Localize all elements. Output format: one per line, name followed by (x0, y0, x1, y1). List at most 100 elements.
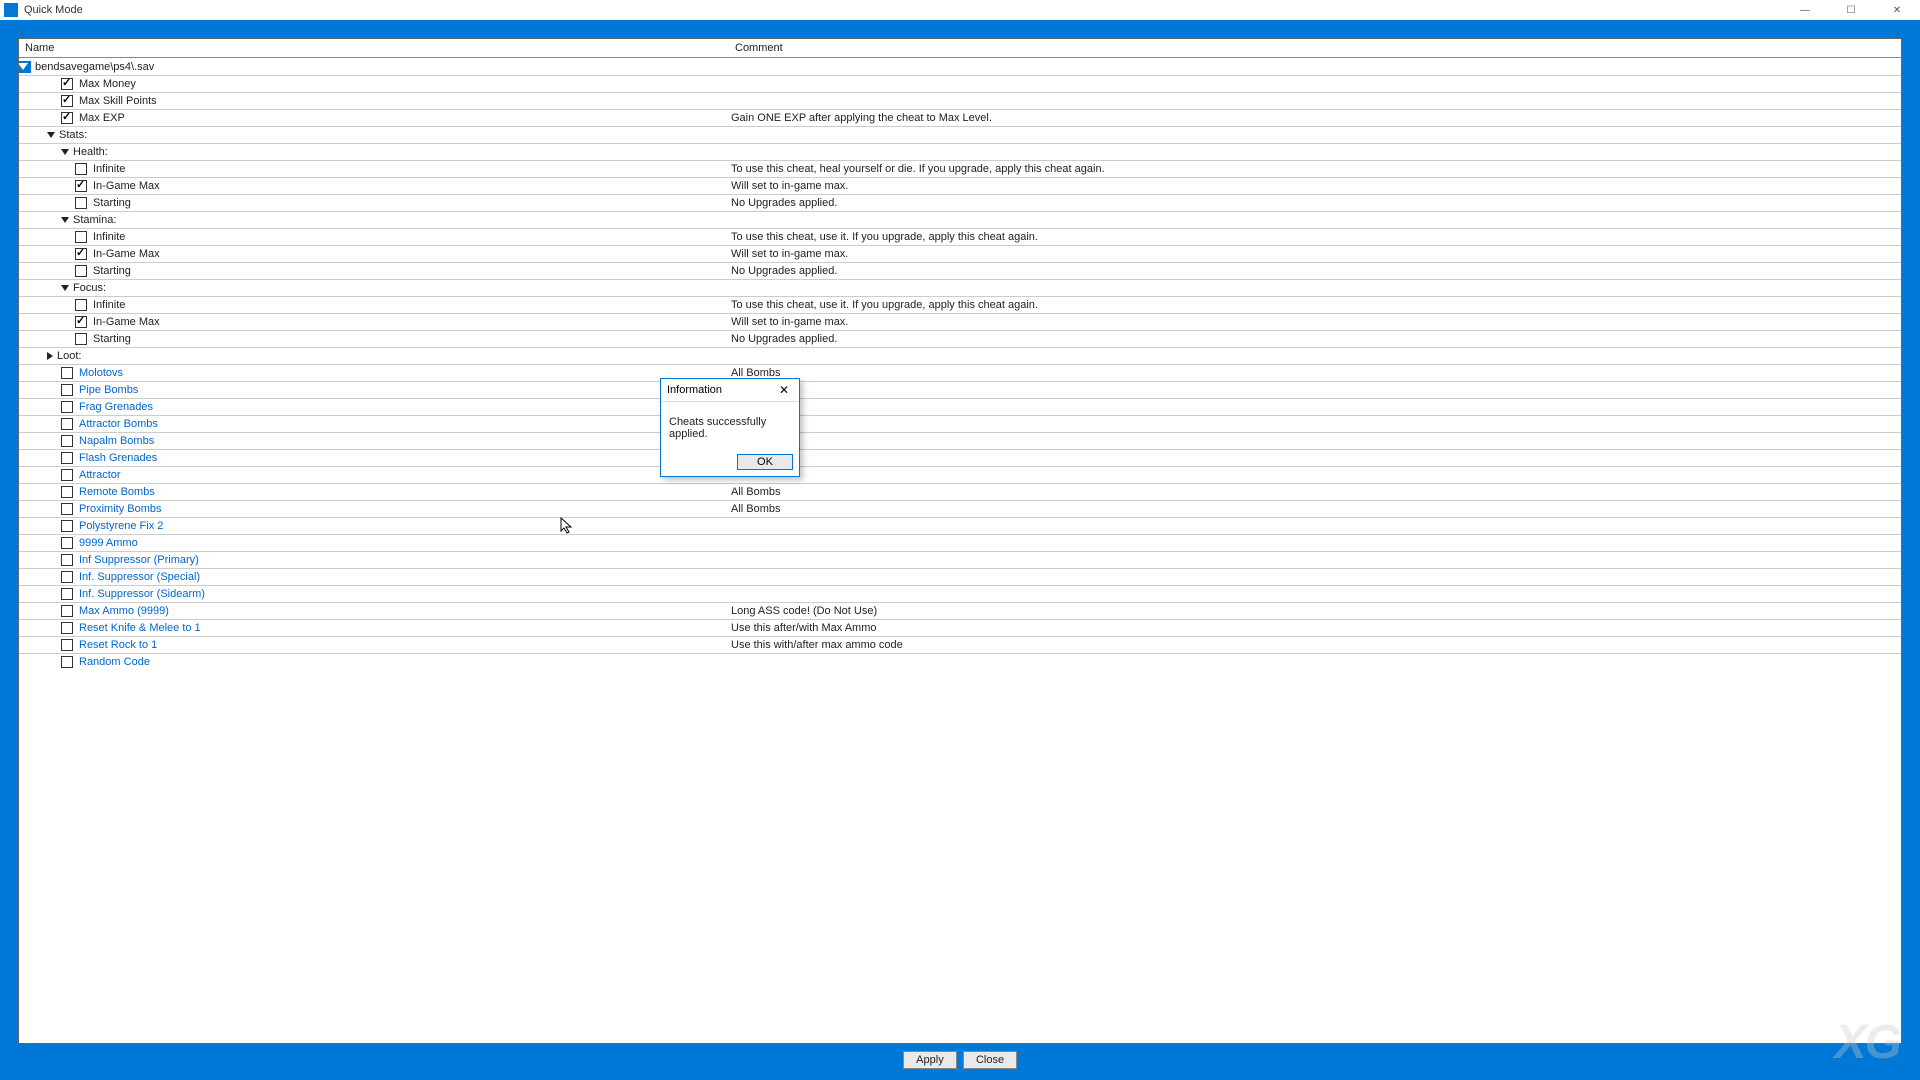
checkbox[interactable] (61, 622, 73, 634)
dialog-close-icon[interactable]: ✕ (775, 383, 793, 397)
table-row[interactable]: Pipe BombsAll Bombs (19, 381, 1901, 398)
row-label[interactable]: Random Code (79, 656, 150, 668)
table-row[interactable]: In-Game MaxWill set to in-game max. (19, 313, 1901, 330)
checkbox[interactable] (61, 418, 73, 430)
table-row[interactable]: Napalm Bombs (19, 432, 1901, 449)
row-label[interactable]: Attractor Bombs (79, 418, 158, 430)
table-row[interactable]: In-Game MaxWill set to in-game max. (19, 245, 1901, 262)
table-row[interactable]: Reset Knife & Melee to 1Use this after/w… (19, 619, 1901, 636)
checkbox[interactable] (75, 299, 87, 311)
row-label[interactable]: Reset Rock to 1 (79, 639, 157, 651)
checkbox[interactable] (61, 384, 73, 396)
row-label[interactable]: Reset Knife & Melee to 1 (79, 622, 201, 634)
close-button[interactable]: Close (963, 1051, 1017, 1069)
table-row[interactable]: Stamina: (19, 211, 1901, 228)
header-comment[interactable]: Comment (729, 39, 1901, 57)
row-label[interactable]: Remote Bombs (79, 486, 155, 498)
table-row[interactable]: Reset Rock to 1Use this with/after max a… (19, 636, 1901, 653)
row-label[interactable]: Attractor (79, 469, 121, 481)
checkbox[interactable] (61, 571, 73, 583)
table-row[interactable]: Focus: (19, 279, 1901, 296)
row-label[interactable]: Inf. Suppressor (Sidearm) (79, 588, 205, 600)
chevron-down-icon[interactable] (47, 132, 55, 138)
checkbox[interactable] (61, 554, 73, 566)
row-label[interactable]: Molotovs (79, 367, 123, 379)
table-row[interactable]: In-Game MaxWill set to in-game max. (19, 177, 1901, 194)
table-row[interactable]: Polystyrene Fix 2 (19, 517, 1901, 534)
minimize-button[interactable]: — (1782, 0, 1828, 20)
row-label[interactable]: Inf. Suppressor (Special) (79, 571, 200, 583)
row-label: In-Game Max (93, 316, 160, 328)
checkbox[interactable] (61, 588, 73, 600)
row-label[interactable]: Polystyrene Fix 2 (79, 520, 163, 532)
row-label[interactable]: Napalm Bombs (79, 435, 154, 447)
chevron-down-icon[interactable] (61, 217, 69, 223)
table-row[interactable]: StartingNo Upgrades applied. (19, 194, 1901, 211)
row-label[interactable]: Flash Grenades (79, 452, 157, 464)
table-row[interactable]: Max Ammo (9999)Long ASS code! (Do Not Us… (19, 602, 1901, 619)
table-row[interactable]: InfiniteTo use this cheat, use it. If yo… (19, 228, 1901, 245)
header-name[interactable]: Name (19, 39, 729, 57)
table-row[interactable]: Frag Grenades (19, 398, 1901, 415)
checkbox[interactable] (61, 639, 73, 651)
chevron-right-icon[interactable] (47, 352, 53, 360)
table-row[interactable]: 9999 Ammo (19, 534, 1901, 551)
maximize-button[interactable]: ☐ (1828, 0, 1874, 20)
table-row[interactable]: StartingNo Upgrades applied. (19, 330, 1901, 347)
chevron-down-icon[interactable] (61, 149, 69, 155)
table-row[interactable]: Attractor (19, 466, 1901, 483)
table-row[interactable]: Proximity BombsAll Bombs (19, 500, 1901, 517)
checkbox[interactable] (75, 163, 87, 175)
checkbox[interactable] (75, 231, 87, 243)
table-row[interactable]: Attractor Bombs (19, 415, 1901, 432)
checkbox[interactable] (61, 401, 73, 413)
row-label[interactable]: Max Ammo (9999) (79, 605, 169, 617)
row-label[interactable]: Pipe Bombs (79, 384, 138, 396)
checkbox[interactable] (61, 367, 73, 379)
checkbox[interactable] (61, 605, 73, 617)
table-row[interactable]: Flash Grenades (19, 449, 1901, 466)
checkbox[interactable] (61, 452, 73, 464)
file-root-row[interactable]: bendsavegame\ps4\.sav (19, 58, 1901, 75)
checkbox[interactable] (75, 316, 87, 328)
checkbox[interactable] (75, 180, 87, 192)
checkbox[interactable] (61, 656, 73, 668)
table-row[interactable]: InfiniteTo use this cheat, use it. If yo… (19, 296, 1901, 313)
checkbox[interactable] (75, 265, 87, 277)
checkbox[interactable] (61, 503, 73, 515)
checkbox[interactable] (61, 486, 73, 498)
checkbox[interactable] (61, 95, 73, 107)
table-row[interactable]: MolotovsAll Bombs (19, 364, 1901, 381)
table-row[interactable]: Inf Suppressor (Primary) (19, 551, 1901, 568)
expand-icon[interactable] (19, 61, 31, 73)
table-row[interactable]: Random Code (19, 653, 1901, 670)
row-label[interactable]: 9999 Ammo (79, 537, 138, 549)
table-row[interactable]: Max Skill Points (19, 92, 1901, 109)
checkbox[interactable] (75, 333, 87, 345)
checkbox[interactable] (61, 537, 73, 549)
chevron-down-icon[interactable] (61, 285, 69, 291)
apply-button[interactable]: Apply (903, 1051, 957, 1069)
checkbox[interactable] (61, 112, 73, 124)
checkbox[interactable] (61, 469, 73, 481)
table-row[interactable]: InfiniteTo use this cheat, heal yourself… (19, 160, 1901, 177)
table-row[interactable]: Max Money (19, 75, 1901, 92)
table-row[interactable]: StartingNo Upgrades applied. (19, 262, 1901, 279)
row-label[interactable]: Proximity Bombs (79, 503, 162, 515)
row-label[interactable]: Inf Suppressor (Primary) (79, 554, 199, 566)
table-row[interactable]: Health: (19, 143, 1901, 160)
close-window-button[interactable]: ✕ (1874, 0, 1920, 20)
table-row[interactable]: Max EXPGain ONE EXP after applying the c… (19, 109, 1901, 126)
checkbox[interactable] (61, 435, 73, 447)
table-row[interactable]: Remote BombsAll Bombs (19, 483, 1901, 500)
table-row[interactable]: Loot: (19, 347, 1901, 364)
checkbox[interactable] (75, 197, 87, 209)
table-row[interactable]: Inf. Suppressor (Sidearm) (19, 585, 1901, 602)
table-row[interactable]: Stats: (19, 126, 1901, 143)
table-row[interactable]: Inf. Suppressor (Special) (19, 568, 1901, 585)
checkbox[interactable] (61, 520, 73, 532)
dialog-ok-button[interactable]: OK (737, 454, 793, 470)
checkbox[interactable] (61, 78, 73, 90)
row-label[interactable]: Frag Grenades (79, 401, 153, 413)
checkbox[interactable] (75, 248, 87, 260)
